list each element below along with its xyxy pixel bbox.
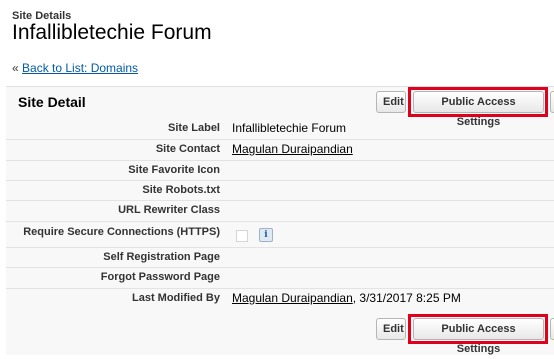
site-robots-label: Site Robots.txt (142, 184, 220, 196)
back-to-list-link[interactable]: Back to List: Domains (22, 61, 138, 75)
more-button-top[interactable] (550, 91, 554, 113)
breadcrumb: « Back to List: Domains (12, 61, 138, 75)
site-favorite-icon-label: Site Favorite Icon (128, 164, 220, 176)
edit-button-top[interactable]: Edit (376, 91, 406, 113)
last-modified-date: , 3/31/2017 8:25 PM (352, 291, 461, 305)
field-row-require-secure: Require Secure Connections (HTTPS) i (6, 221, 554, 247)
field-row-site-robots: Site Robots.txt (6, 180, 554, 201)
last-modified-user-link[interactable]: Magulan Duraipandian (232, 291, 353, 305)
site-label-label: Site Label (168, 122, 220, 134)
info-icon[interactable]: i (259, 228, 273, 242)
section-title: Site Detail (18, 94, 86, 110)
url-rewriter-label: URL Rewriter Class (118, 204, 220, 216)
self-registration-label: Self Registration Page (103, 251, 220, 263)
site-label-value: Infallibletechie Forum (232, 121, 347, 135)
last-modified-label: Last Modified By (131, 292, 220, 304)
back-prefix: « (12, 61, 23, 75)
edit-button-bottom[interactable]: Edit (376, 318, 406, 340)
page-title: Infallibletechie Forum (12, 21, 212, 44)
field-row-forgot-password: Forgot Password Page (6, 267, 554, 288)
more-button-bottom[interactable] (550, 318, 554, 340)
field-row-self-registration: Self Registration Page (6, 247, 554, 268)
require-secure-checkbox (236, 230, 248, 242)
field-row-site-label: Site Label Infallibletechie Forum (6, 119, 554, 139)
field-row-url-rewriter: URL Rewriter Class (6, 200, 554, 221)
field-row-last-modified: Last Modified By Magulan Duraipandian, 3… (6, 288, 554, 309)
highlight-box-bottom (408, 314, 548, 344)
forgot-password-label: Forgot Password Page (100, 271, 220, 283)
highlight-box-top (408, 87, 548, 117)
field-row-site-contact: Site Contact Magulan Duraipandian (6, 139, 554, 160)
require-secure-label: Require Secure Connections (HTTPS) (23, 226, 220, 238)
site-contact-label: Site Contact (155, 143, 220, 155)
site-contact-link[interactable]: Magulan Duraipandian (232, 142, 353, 156)
field-row-site-favorite-icon: Site Favorite Icon (6, 160, 554, 181)
